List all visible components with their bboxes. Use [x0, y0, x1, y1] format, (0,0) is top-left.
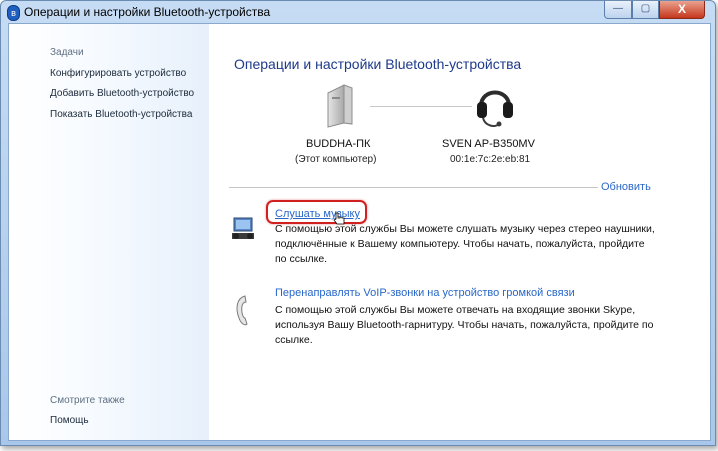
- connection-line: [370, 106, 472, 107]
- phone-service-icon: [236, 295, 248, 326]
- computer-name: BUDDHA-ПК: [306, 138, 371, 150]
- device-address: 00:1e:7c:2e:eb:81: [450, 154, 531, 165]
- hand-cursor-icon: [333, 212, 345, 225]
- sidebar-link-add-device[interactable]: Добавить Bluetooth-устройство: [50, 88, 194, 99]
- refresh-link[interactable]: Обновить: [601, 181, 651, 193]
- maximize-button[interactable]: ▢: [632, 1, 659, 19]
- voip-redirect-link[interactable]: Перенаправлять VoIP-звонки на устройство…: [275, 287, 575, 299]
- bluetooth-settings-window: ʙ Операции и настройки Bluetooth-устройс…: [0, 0, 716, 446]
- window-client-area: Задачи Конфигурировать устройство Добави…: [8, 23, 711, 441]
- task-sidebar: Задачи Конфигурировать устройство Добави…: [9, 24, 209, 440]
- main-panel: Операции и настройки Bluetooth-устройств…: [209, 24, 710, 440]
- minimize-button[interactable]: —: [604, 1, 632, 19]
- title-bar[interactable]: ʙ Операции и настройки Bluetooth-устройс…: [1, 1, 715, 23]
- listen-music-description: С помощью этой службы Вы можете слушать …: [275, 223, 655, 265]
- headset-icon: [477, 90, 513, 127]
- sidebar-link-configure-device[interactable]: Конфигурировать устройство: [50, 68, 186, 79]
- sidebar-link-show-devices[interactable]: Показать Bluetooth-устройства: [50, 109, 192, 120]
- highlight-annotation: [266, 200, 367, 224]
- see-also-heading: Смотрите также: [50, 395, 125, 406]
- page-title: Операции и настройки Bluetooth-устройств…: [234, 56, 522, 72]
- window-title: Операции и настройки Bluetooth-устройств…: [24, 5, 271, 19]
- computer-subtitle: (Этот компьютер): [295, 154, 377, 165]
- close-button[interactable]: X: [659, 1, 705, 19]
- voip-redirect-description: С помощью этой службы Вы можете отвечать…: [275, 304, 654, 346]
- sidebar-link-help[interactable]: Помощь: [50, 415, 89, 426]
- music-service-icon: [232, 217, 254, 239]
- bluetooth-icon: ʙ: [7, 5, 20, 21]
- device-name: SVEN AP-B350MV: [442, 138, 535, 150]
- tasks-heading: Задачи: [50, 47, 84, 58]
- computer-icon: [327, 84, 353, 128]
- section-divider: [229, 187, 598, 188]
